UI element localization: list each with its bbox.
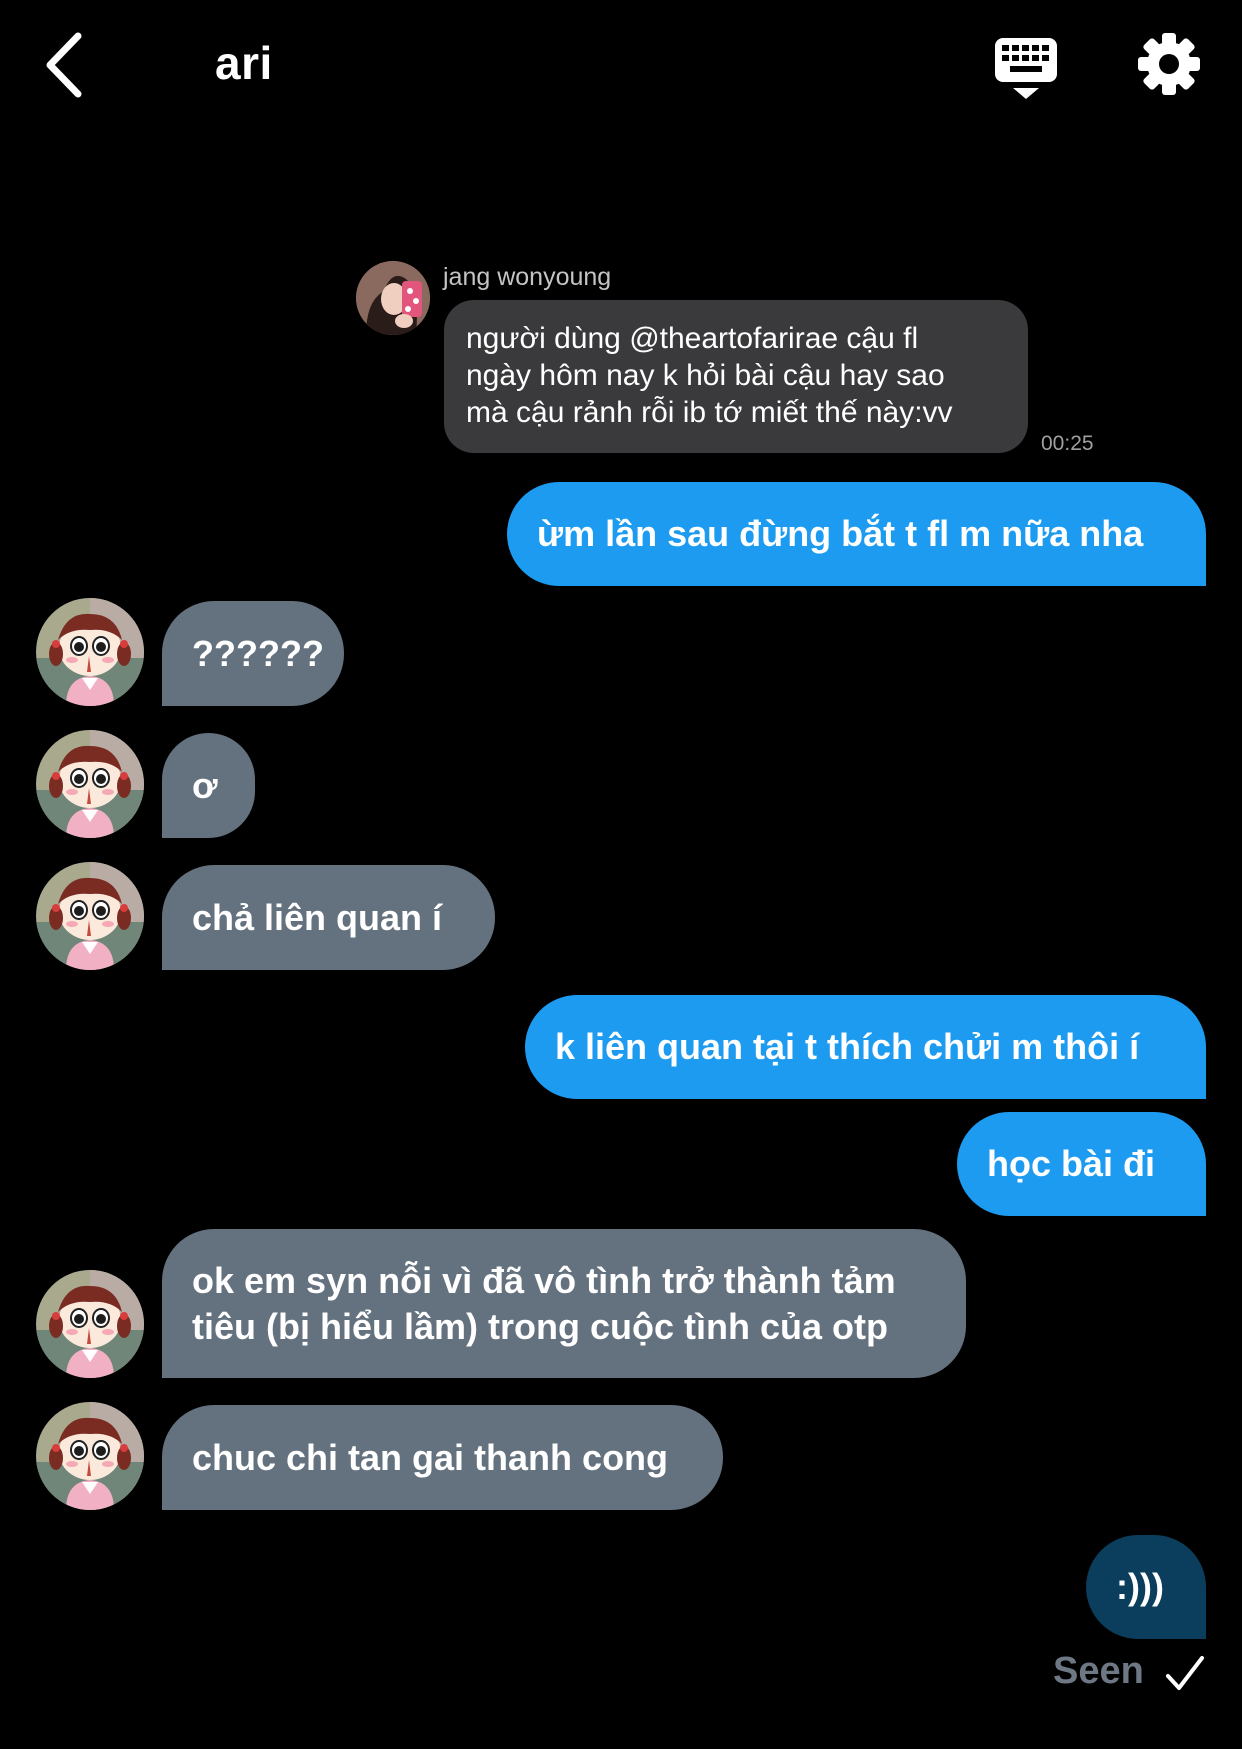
contact-avatar[interactable]	[36, 1270, 144, 1378]
sent-message-bubble[interactable]: học bài đi	[957, 1112, 1206, 1216]
reply-text-line: người dùng @theartofarirae cậu fl	[466, 322, 919, 355]
received-message-bubble[interactable]: ok em syn nỗi vì đã vô tình trở thành tả…	[162, 1229, 966, 1378]
reply-text-line: mà cậu rảnh rỗi ib tớ miết thế này:vv	[466, 396, 953, 429]
seen-status: Seen	[1053, 1650, 1144, 1692]
message-text: :)))	[1116, 1566, 1164, 1607]
back-chevron-icon[interactable]	[40, 30, 90, 100]
contact-avatar[interactable]	[36, 862, 144, 970]
received-message-bubble[interactable]: ơ	[162, 733, 255, 838]
received-message-bubble[interactable]: chuc chi tan gai thanh cong	[162, 1405, 723, 1510]
contact-avatar[interactable]	[36, 1402, 144, 1510]
message-text: chuc chi tan gai thanh cong	[192, 1437, 669, 1478]
message-text: ??????	[192, 633, 324, 674]
contact-avatar[interactable]	[36, 730, 144, 838]
reply-timestamp: 00:25	[1041, 432, 1094, 455]
checkmark-icon	[1166, 1656, 1204, 1690]
reply-author-avatar[interactable]	[356, 261, 430, 335]
message-text: học bài đi	[987, 1143, 1156, 1184]
contact-avatar[interactable]	[36, 598, 144, 706]
keyboard-icon[interactable]	[993, 36, 1059, 100]
message-text: ơ	[192, 765, 218, 806]
sent-message-bubble[interactable]: k liên quan tại t thích chửi m thôi í	[525, 995, 1206, 1099]
gear-icon[interactable]	[1138, 33, 1200, 95]
reply-text-line: ngày hôm nay k hỏi bài cậu hay sao	[466, 359, 945, 392]
received-message-bubble[interactable]: chả liên quan í	[162, 865, 495, 970]
message-text: ừm lần sau đừng bắt t fl m nữa nha	[537, 513, 1144, 554]
chat-title[interactable]: ari	[215, 36, 273, 90]
sent-message-bubble[interactable]: :)))	[1086, 1535, 1206, 1639]
reply-message-bubble[interactable]: người dùng @theartofarirae cậu fl ngày h…	[444, 300, 1028, 453]
message-text: ok em syn nỗi vì đã vô tình trở thành tả…	[192, 1260, 896, 1301]
message-text: k liên quan tại t thích chửi m thôi í	[555, 1026, 1140, 1067]
sent-message-bubble[interactable]: ừm lần sau đừng bắt t fl m nữa nha	[507, 482, 1206, 586]
message-text: chả liên quan í	[192, 897, 443, 938]
received-message-bubble[interactable]: ??????	[162, 601, 344, 706]
reply-author-name: jang wonyoung	[443, 263, 612, 291]
message-text: tiêu (bị hiểu lầm) trong cuộc tình của o…	[192, 1306, 888, 1347]
